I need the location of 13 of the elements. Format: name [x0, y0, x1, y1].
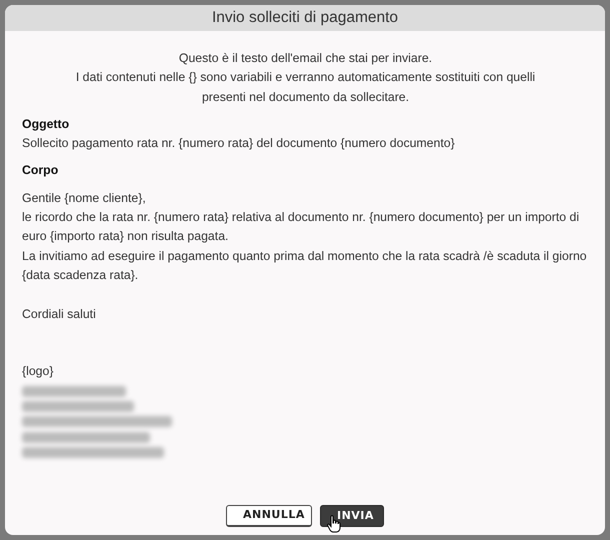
send-button[interactable]: INVIA — [320, 505, 384, 527]
body-text: le ricordo che la rata nr. {numero rata} relativa al documento nr. {numero documento} per un importo di euro {importo rata} non risulta pagata. — [22, 209, 580, 246]
body-label: Corpo — [22, 162, 60, 180]
body-text: La invitiamo ad eseguire il pagamento quanto prima dal momento che la rata scadrà /è scaduta il giorno {data scadenza rata}. — [22, 248, 588, 284]
cancel-button[interactable]: ANNULLA — [226, 505, 312, 527]
subject-label: Oggetto — [22, 116, 70, 133]
body-text: Gentile {nome cliente}, — [22, 190, 147, 207]
intro-text: Questo è il testo dell'email che stai per inviare. — [178, 50, 434, 67]
subject-text: Sollecito pagamento rata nr. {numero rata} del documento {numero documento} — [22, 135, 456, 152]
body-text: {logo} — [22, 363, 54, 380]
intro-text: I dati contenuti nelle {} sono variabili e verranno automaticamente sostituiti con quelli presenti nel documento da sollecitare. — [74, 69, 536, 106]
body-text: Cordiali saluti — [22, 306, 97, 323]
dialog-title: Invio solleciti di pagamento — [5, 5, 605, 31]
